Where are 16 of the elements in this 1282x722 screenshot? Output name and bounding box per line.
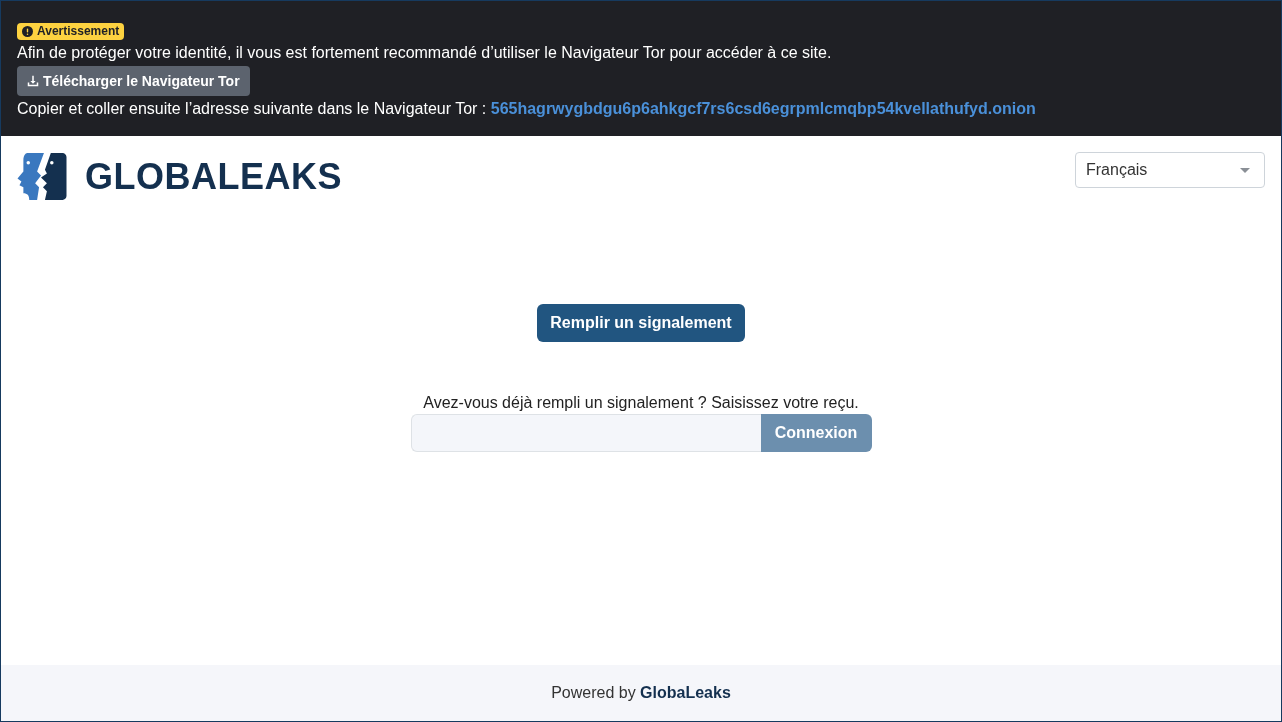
language-select[interactable]: Français	[1075, 152, 1265, 188]
copy-instruction: Copier et coller ensuite l’adresse suivante dans le Navigateur Tor : 565hagrwygbdgu6p6ahkgcf7rs6csd6egrpmlcmqbp54kvellathufyd.onion	[17, 99, 1036, 119]
powered-by-text: Powered by GlobaLeaks	[551, 684, 731, 702]
receipt-field[interactable]	[410, 414, 761, 452]
logo-text: GLOBALEAKS	[85, 156, 342, 197]
submit-report-button[interactable]: Remplir un signalement	[537, 304, 745, 342]
onion-address-link[interactable]: 565hagrwygbdgu6p6ahkgcf7rs6csd6egrpmlcmqbp54kvellathufyd.onion	[490, 100, 1036, 117]
warning-icon	[22, 26, 33, 37]
download-icon	[27, 75, 39, 87]
warning-message: Afin de protéger votre identité, il vous est fortement recommandé d’utiliser le Navigateur Tor pour accéder à ce site.	[17, 43, 832, 63]
download-button[interactable]: Télécharger le Navigateur Tor	[17, 66, 250, 96]
caret-icon	[1240, 167, 1250, 173]
receipt-prompt: Avez-vous déjà rempli un signalement ? Saisissez votre reçu.	[423, 393, 859, 413]
badge-label: Avertissement	[37, 25, 120, 38]
logo-icon	[17, 152, 67, 201]
login-button[interactable]: Connexion	[760, 414, 872, 452]
